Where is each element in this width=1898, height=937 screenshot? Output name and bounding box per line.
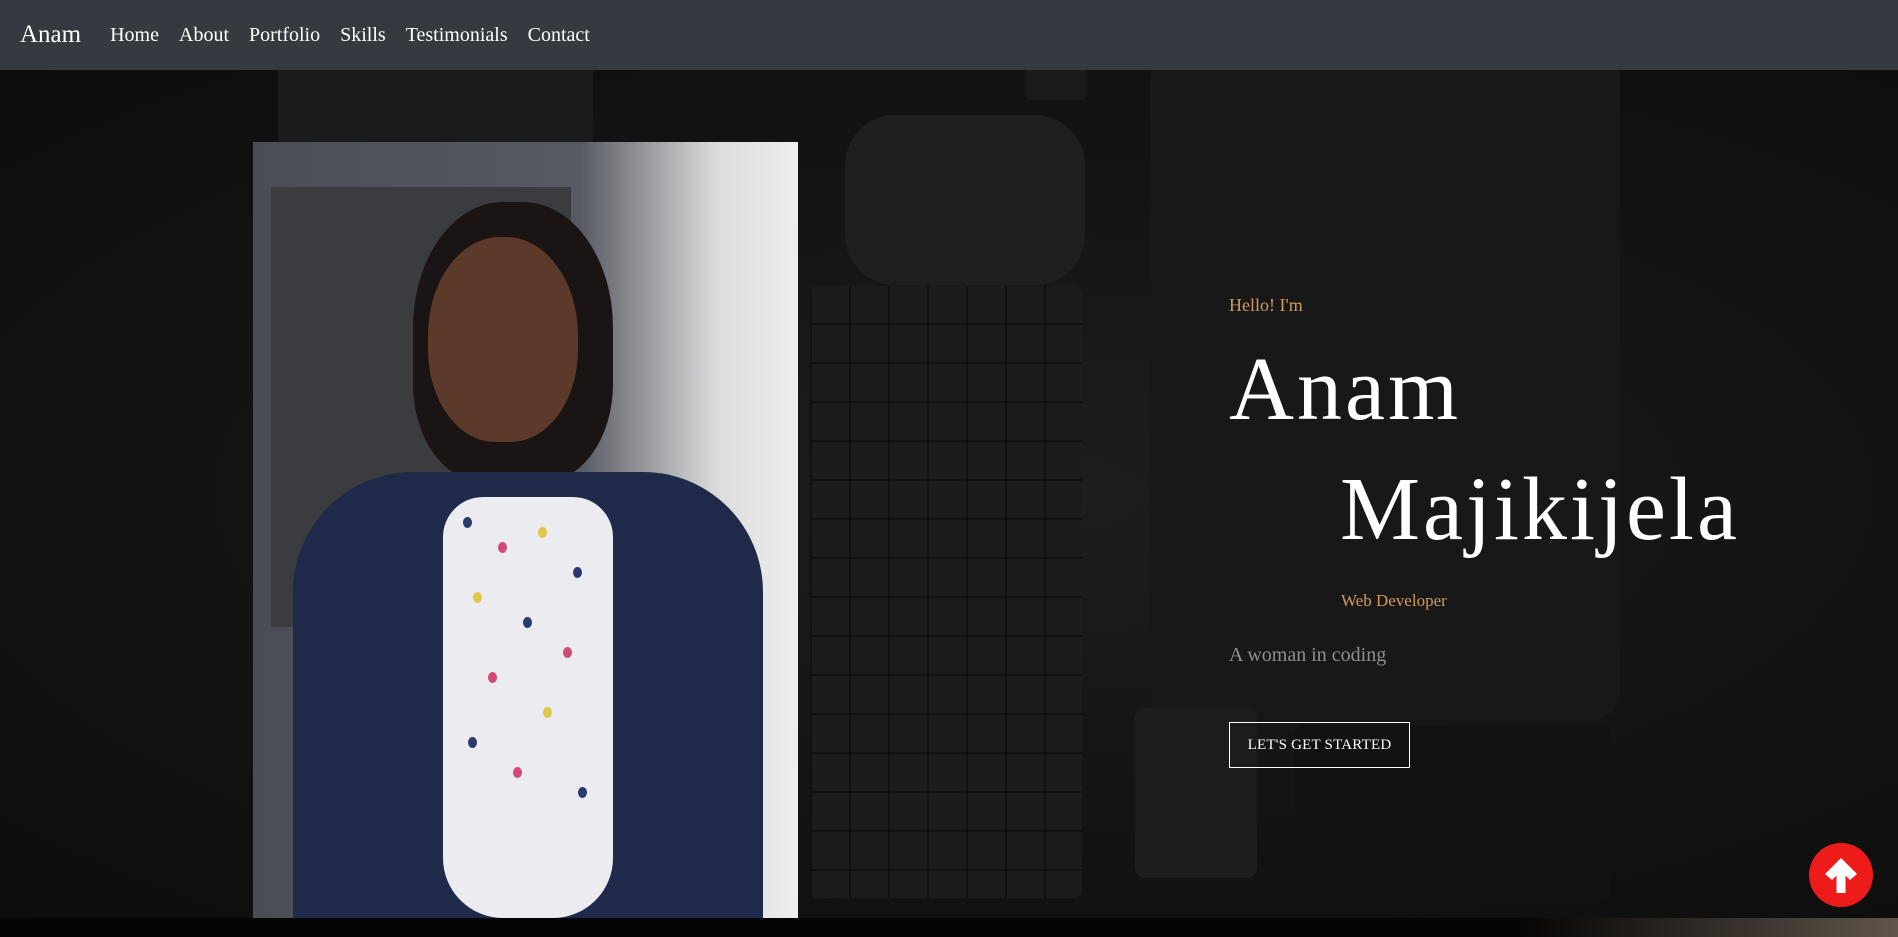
scroll-to-top-button[interactable] (1809, 843, 1873, 907)
profile-photo (253, 142, 798, 918)
blouse-dot (543, 707, 552, 718)
brand-logo[interactable]: Anam (20, 21, 81, 49)
nav-link-testimonials[interactable]: Testimonials (406, 24, 508, 47)
get-started-button[interactable]: LET'S GET STARTED (1229, 722, 1410, 768)
blouse-dot (488, 672, 497, 683)
blouse-dot (463, 517, 472, 528)
blouse-dot (578, 787, 587, 798)
blouse-dot (538, 527, 547, 538)
background-usb (1025, 70, 1087, 100)
hero-greeting: Hello! I'm (1229, 295, 1303, 315)
nav-link-skills[interactable]: Skills (340, 24, 386, 47)
background-book (278, 70, 593, 148)
nav-link-home[interactable]: Home (110, 24, 159, 47)
blouse-dot (573, 567, 582, 578)
blouse-dot (498, 542, 507, 553)
nav-link-contact[interactable]: Contact (528, 24, 590, 47)
hero-role: Web Developer (1341, 591, 1447, 610)
hero-first-name: Anam (1229, 340, 1461, 439)
photo-face (428, 237, 578, 442)
blouse-dot (513, 767, 522, 778)
blouse-dot (473, 592, 482, 603)
hero-tagline: A woman in coding (1229, 644, 1387, 666)
hero-last-name: Majikijela (1340, 460, 1740, 559)
blouse-dot (563, 647, 572, 658)
background-mouse (845, 115, 1085, 285)
nav-link-about[interactable]: About (179, 24, 229, 47)
blouse-dot (468, 737, 477, 748)
footer-strip (0, 918, 1898, 937)
arrow-up-circle-icon (1825, 858, 1857, 893)
nav-link-portfolio[interactable]: Portfolio (249, 24, 320, 47)
background-keyboard (810, 286, 1082, 898)
photo-blouse (443, 497, 613, 918)
navbar: Anam Home About Portfolio Skills Testimo… (0, 0, 1898, 70)
blouse-dot (523, 617, 532, 628)
